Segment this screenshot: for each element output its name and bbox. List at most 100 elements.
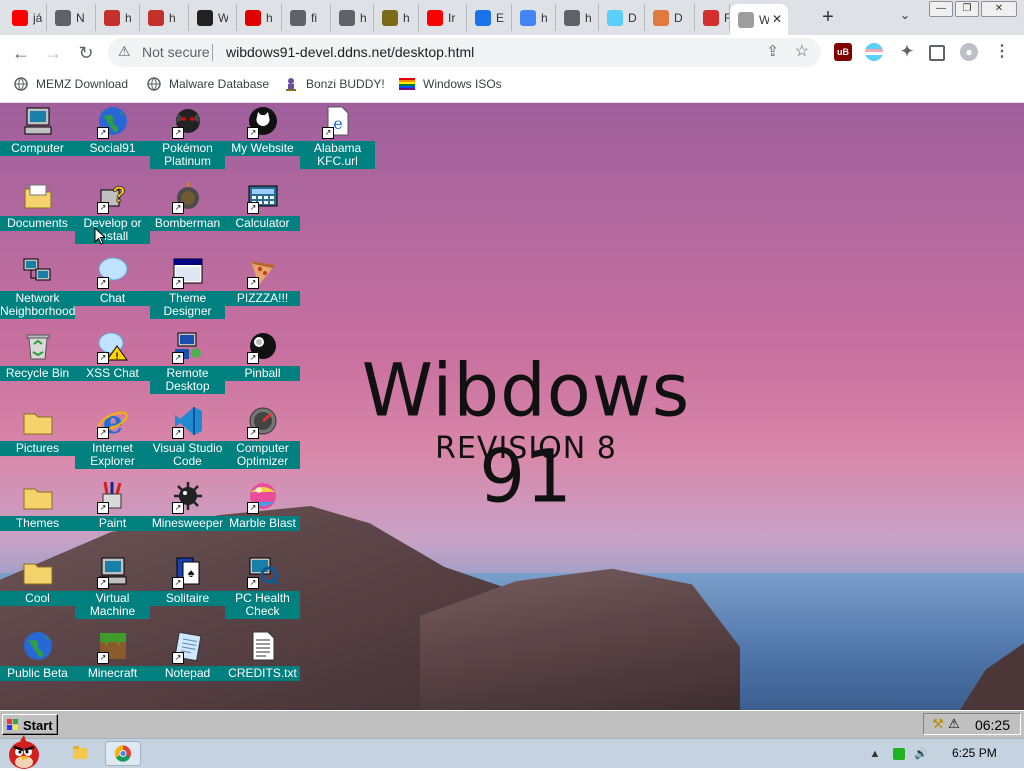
- browser-tab[interactable]: D: [599, 4, 645, 31]
- browser-tab[interactable]: h: [331, 4, 374, 31]
- desktop-icon[interactable]: ↗ Visual Studio Code: [150, 405, 225, 480]
- desktop-icon[interactable]: Pictures: [0, 405, 75, 480]
- rainbow-flag-icon: [399, 78, 415, 90]
- desktop-icon[interactable]: Network Neighborhood: [0, 255, 75, 330]
- desktop-icon[interactable]: ↗ Social91: [75, 105, 150, 180]
- ublock-origin-icon[interactable]: uB: [834, 43, 852, 61]
- side-panel-icon[interactable]: [929, 45, 945, 61]
- address-bar[interactable]: ⚠ Not secure wibdows91-devel.ddns.net/de…: [108, 38, 821, 67]
- bookmark-bonzi-buddy[interactable]: Bonzi BUDDY!: [284, 77, 385, 91]
- forward-button[interactable]: →: [41, 41, 65, 65]
- desktop-icon[interactable]: ↗ Remote Desktop: [150, 330, 225, 405]
- not-secure-label[interactable]: Not secure: [142, 44, 210, 60]
- reload-button[interactable]: ↻: [74, 41, 98, 65]
- browser-tab[interactable]: h: [374, 4, 419, 31]
- desktop-icon[interactable]: Computer: [0, 105, 75, 180]
- desktop-icon[interactable]: e ↗ Internet Explorer: [75, 405, 150, 480]
- browser-tab[interactable]: W: [189, 4, 237, 31]
- angry-bird-start-icon[interactable]: [4, 731, 44, 771]
- tab-title: h: [360, 10, 367, 25]
- browser-toolbar: ← → ↻ ⚠ Not secure wibdows91-devel.ddns.…: [0, 35, 1024, 70]
- url-text[interactable]: wibdows91-devel.ddns.net/desktop.html: [226, 44, 474, 60]
- bookmark-star-icon[interactable]: ☆: [795, 41, 809, 61]
- shortcut-arrow-icon: ↗: [97, 502, 109, 514]
- desktop-icon[interactable]: ↗ PC Health Check: [225, 555, 300, 630]
- desktop-icon[interactable]: Cool: [0, 555, 75, 630]
- desktop-icon[interactable]: Themes: [0, 480, 75, 555]
- bookmark-malware-database[interactable]: Malware Database: [147, 77, 269, 91]
- taskbar-app-explorer[interactable]: [62, 741, 98, 766]
- browser-tab[interactable]: fi: [282, 4, 331, 31]
- desktop-icon[interactable]: ! ↗ XSS Chat: [75, 330, 150, 405]
- tray-clock[interactable]: 06:25: [975, 717, 1010, 733]
- youtube-logo-icon: [148, 9, 164, 26]
- desktop-icon[interactable]: ↗ Virtual Machine: [75, 555, 150, 630]
- volume-icon[interactable]: 🔊: [914, 747, 928, 761]
- tools-icon[interactable]: ⚒: [930, 716, 946, 732]
- battery-icon[interactable]: [893, 748, 905, 760]
- warning-icon[interactable]: ⚠: [118, 43, 131, 60]
- tab-title: h: [403, 10, 410, 25]
- desktop-icon[interactable]: Recycle Bin: [0, 330, 75, 405]
- menu-kebab-icon[interactable]: ⋮: [993, 43, 1011, 61]
- browser-tab[interactable]: h: [556, 4, 599, 31]
- browser-tab[interactable]: E: [467, 4, 512, 31]
- window-restore-button[interactable]: ❐: [955, 1, 979, 17]
- trans-flag-extension-icon[interactable]: [865, 43, 883, 61]
- tab-close-icon[interactable]: ✕: [772, 12, 782, 26]
- desktop-icon[interactable]: ↗ PIZZZA!!!: [225, 255, 300, 330]
- desktop-icon[interactable]: ↗ My Website: [225, 105, 300, 180]
- browser-tab[interactable]: W ✕: [730, 4, 788, 35]
- desktop-icon[interactable]: ↗ Minecraft: [75, 630, 150, 705]
- desktop-icon[interactable]: Documents: [0, 180, 75, 255]
- desktop-icon[interactable]: ↗ Calculator: [225, 180, 300, 255]
- browser-tab[interactable]: h: [96, 4, 140, 31]
- share-icon[interactable]: ⇪: [766, 42, 779, 60]
- desktop-icon[interactable]: ↗ Computer Optimizer: [225, 405, 300, 480]
- desktop-icon[interactable]: ↗ Pokémon Platinum: [150, 105, 225, 180]
- browser-tab[interactable]: h: [237, 4, 282, 31]
- browser-tab[interactable]: N: [47, 4, 96, 31]
- bookmark-memz-download[interactable]: MEMZ Download: [14, 77, 128, 91]
- show-hidden-icons-chevron-icon[interactable]: ▲: [868, 747, 882, 761]
- warning-icon[interactable]: ⚠: [946, 716, 962, 732]
- desktop-icon[interactable]: Public Beta: [0, 630, 75, 705]
- shortcut-arrow-icon: ↗: [322, 127, 334, 139]
- desktop-icon[interactable]: ↗ Notepad: [150, 630, 225, 705]
- network-icon: [23, 258, 51, 281]
- desktop-icon[interactable]: ↗ Minesweeper: [150, 480, 225, 555]
- browser-tab[interactable]: h: [140, 4, 189, 31]
- new-tab-button[interactable]: +: [817, 6, 839, 28]
- window-close-button[interactable]: ✕: [981, 1, 1017, 17]
- desktop-icon[interactable]: ↗ Theme Designer: [150, 255, 225, 330]
- back-button[interactable]: ←: [9, 41, 33, 65]
- youtube-icon: [427, 9, 443, 26]
- browser-tab[interactable]: já: [4, 4, 47, 31]
- browser-tab[interactable]: D: [645, 4, 695, 31]
- globe-icon: [14, 77, 28, 91]
- browser-tab[interactable]: Ir: [419, 4, 467, 31]
- browser-tab[interactable]: R: [695, 4, 730, 31]
- desktop-icon-label: Marble Blast: [225, 516, 300, 531]
- desktop-icon[interactable]: ↗ Marble Blast: [225, 480, 300, 555]
- desktop-icon[interactable]: ♠ ↗ Solitaire: [150, 555, 225, 630]
- desktop-icon-label: Cool: [0, 591, 75, 606]
- profile-avatar-icon[interactable]: ●: [960, 43, 978, 61]
- desktop-icon[interactable]: e ↗ Alabama KFC.url: [300, 105, 375, 180]
- bookmark-windows-isos[interactable]: Windows ISOs: [399, 77, 502, 91]
- desktop-icon[interactable]: ↗ Pinball: [225, 330, 300, 405]
- desktop-icon[interactable]: ↗ Bomberman: [150, 180, 225, 255]
- extensions-puzzle-icon[interactable]: ✦: [898, 43, 916, 61]
- globe-icon: [55, 9, 71, 26]
- wibdows-desktop[interactable]: Wibdows 91 REVISION 8 Computer ↗ Social91 ↗…: [0, 103, 1024, 710]
- tab-search-button[interactable]: ⌄: [896, 8, 914, 26]
- os-clock[interactable]: 6:25 PM: [952, 746, 997, 760]
- taskbar-app-chrome[interactable]: [105, 741, 141, 766]
- window-minimize-button[interactable]: —: [929, 1, 953, 17]
- desktop-icon[interactable]: ↗ Paint: [75, 480, 150, 555]
- desktop-icon[interactable]: ↗ Chat: [75, 255, 150, 330]
- system-tray: ⚒ ⚠ 06:25: [923, 713, 1021, 735]
- desktop-icon[interactable]: ? ↗ Develop or Install: [75, 180, 150, 255]
- desktop-icon[interactable]: CREDITS.txt: [225, 630, 300, 705]
- browser-tab[interactable]: h: [512, 4, 556, 31]
